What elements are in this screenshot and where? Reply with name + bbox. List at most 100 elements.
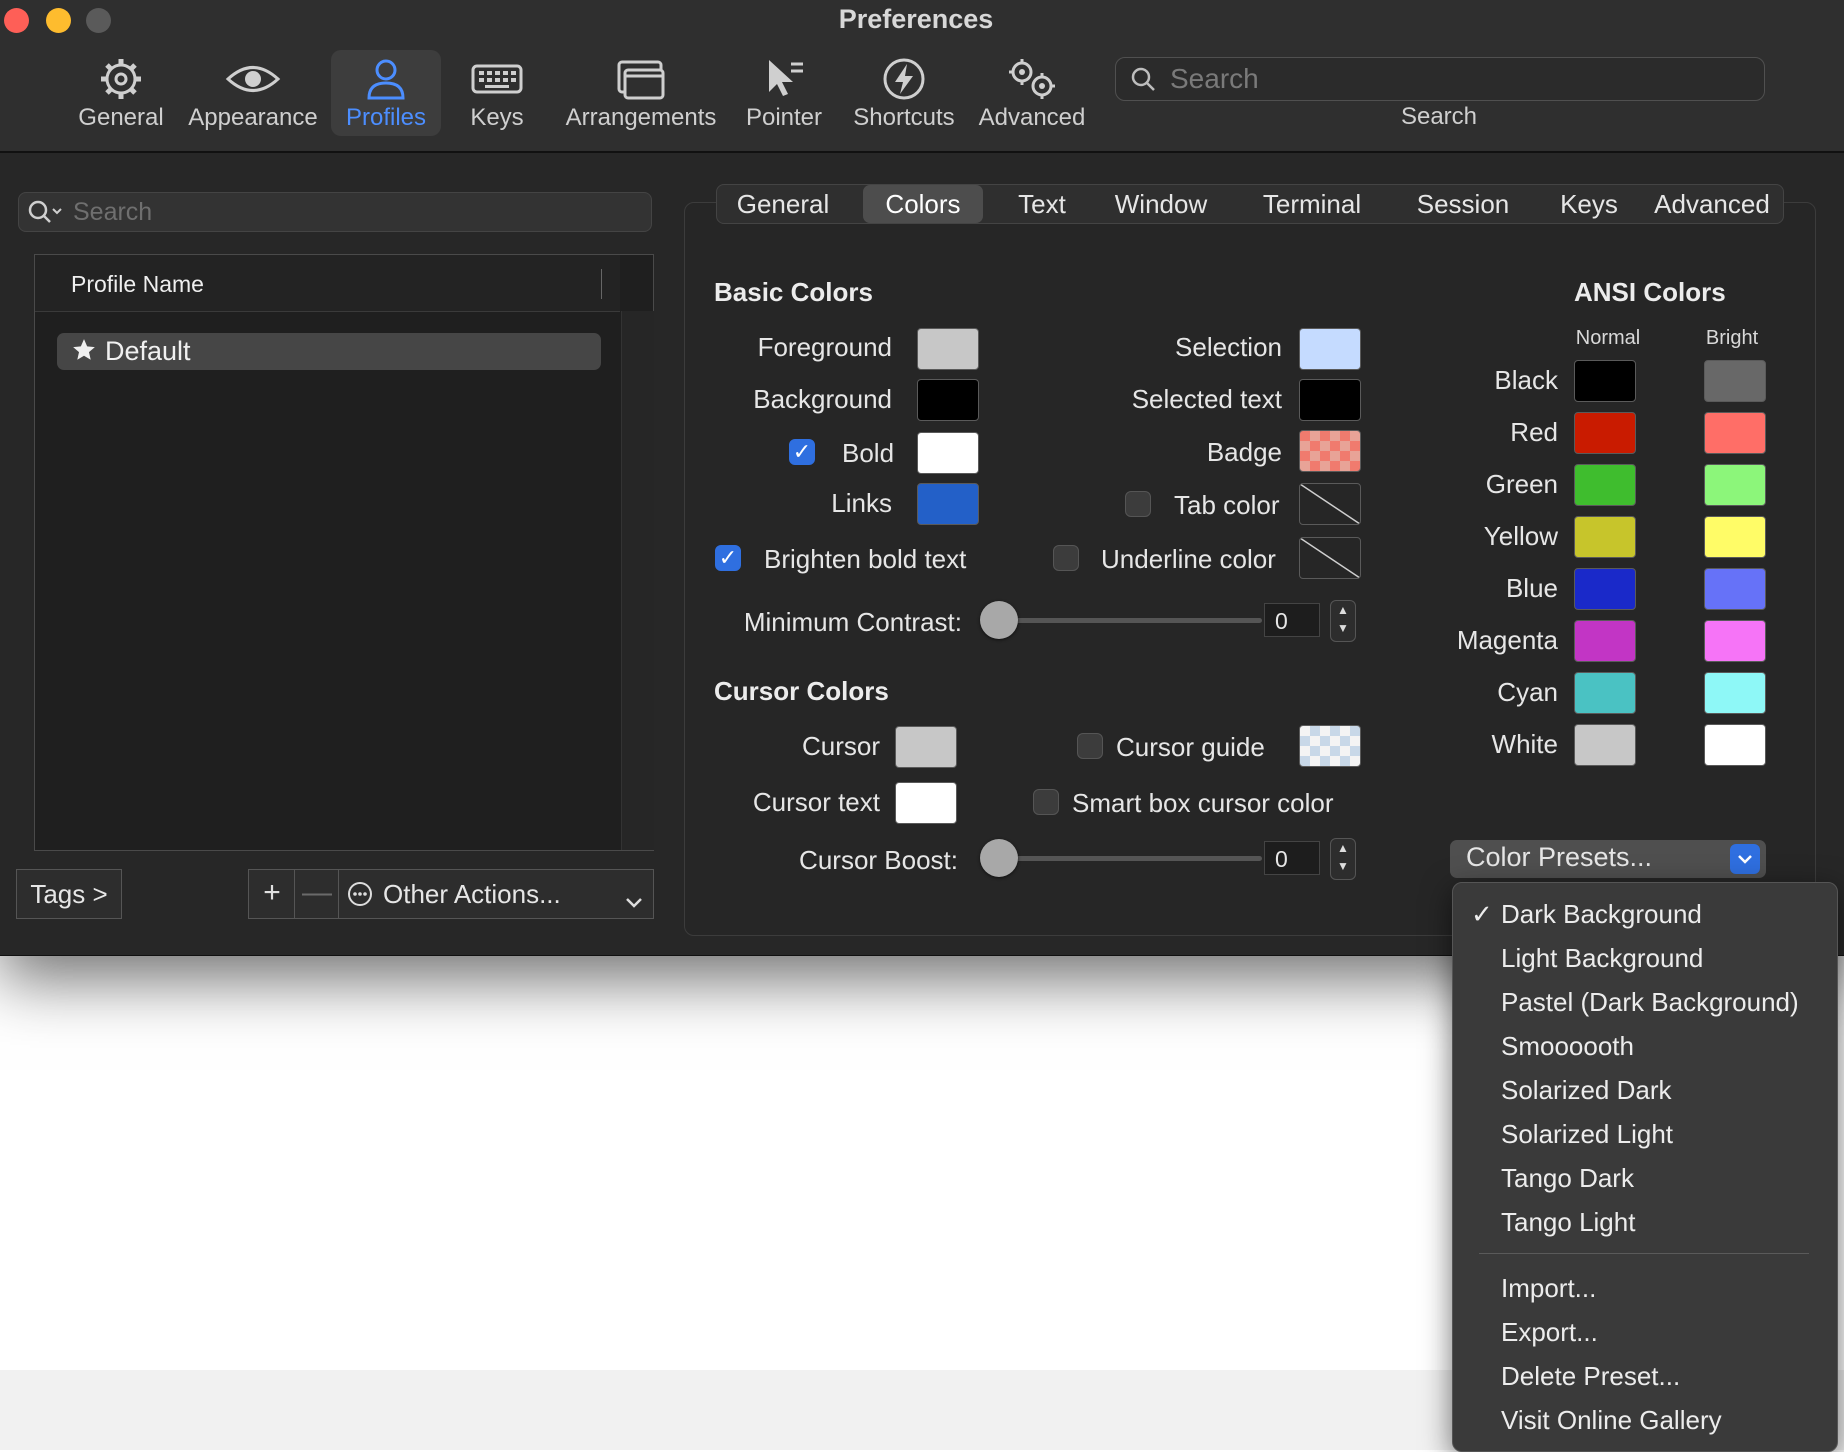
tab-session[interactable]: Session xyxy=(1395,185,1531,223)
search-menu-icon[interactable] xyxy=(27,199,67,230)
cursor-boost-stepper[interactable]: ▲ ▼ xyxy=(1330,838,1356,880)
toolbar-pointer[interactable]: Pointer xyxy=(738,50,830,136)
tab-colors[interactable]: Colors xyxy=(863,185,983,223)
tab-general[interactable]: General xyxy=(727,185,839,223)
ansi-green-normal-well[interactable] xyxy=(1574,464,1636,506)
foreground-label: Foreground xyxy=(757,332,892,362)
cursor-boost-label: Cursor Boost: xyxy=(799,845,958,875)
cursor-boost-track[interactable] xyxy=(982,856,1262,861)
bold-color-well[interactable] xyxy=(917,432,979,474)
profile-list-scrollbar[interactable] xyxy=(621,311,654,850)
preset-item[interactable]: Pastel (Dark Background) xyxy=(1501,987,1799,1018)
preset-action-item[interactable]: Visit Online Gallery xyxy=(1501,1405,1722,1436)
tab-keys[interactable]: Keys xyxy=(1541,185,1637,223)
minimum-contrast-slider[interactable] xyxy=(980,601,1018,639)
tab-color-well[interactable] xyxy=(1299,483,1361,525)
preset-item[interactable]: Solarized Light xyxy=(1501,1119,1673,1150)
other-actions-label: Other Actions... xyxy=(383,879,561,909)
add-profile-button[interactable]: + xyxy=(248,869,296,919)
minimum-contrast-stepper[interactable]: ▲ ▼ xyxy=(1330,600,1356,642)
toolbar-keys-label: Keys xyxy=(470,104,524,131)
ansi-white-normal-well[interactable] xyxy=(1574,724,1636,766)
color-presets-menu: ✓ Dark Background Light Background Pastel (… xyxy=(1452,882,1838,1452)
profile-tabs: General Colors Text Window Terminal Sess… xyxy=(716,184,1784,224)
tab-window[interactable]: Window xyxy=(1095,185,1227,223)
tab-text[interactable]: Text xyxy=(999,185,1085,223)
ansi-red-normal-well[interactable] xyxy=(1574,412,1636,454)
ansi-cyan-normal-well[interactable] xyxy=(1574,672,1636,714)
remove-profile-button[interactable]: — xyxy=(294,869,340,919)
ansi-yellow-normal-well[interactable] xyxy=(1574,516,1636,558)
preset-action-item[interactable]: Delete Preset... xyxy=(1501,1361,1680,1392)
links-color-well[interactable] xyxy=(917,483,979,525)
brighten-bold-checkbox[interactable]: ✓ xyxy=(715,545,741,571)
foreground-color-well[interactable] xyxy=(917,328,979,370)
ansi-white-bright-well[interactable] xyxy=(1704,724,1766,766)
cursor-guide-color-well[interactable] xyxy=(1299,725,1361,767)
tab-terminal[interactable]: Terminal xyxy=(1237,185,1387,223)
preset-item[interactable]: Light Background xyxy=(1501,943,1703,974)
background-color-well[interactable] xyxy=(917,379,979,421)
preset-item-label: Tango Light xyxy=(1501,1207,1636,1237)
preset-item-label: Pastel (Dark Background) xyxy=(1501,987,1799,1017)
bold-checkbox[interactable]: ✓ xyxy=(789,439,815,465)
tab-advanced[interactable]: Advanced xyxy=(1645,185,1779,223)
tags-button[interactable]: Tags > xyxy=(16,869,122,919)
ansi-blue-normal-well[interactable] xyxy=(1574,568,1636,610)
minimum-contrast-track[interactable] xyxy=(982,618,1262,623)
preset-action-item[interactable]: Export... xyxy=(1501,1317,1598,1348)
toolbar-general[interactable]: General xyxy=(70,50,172,136)
ansi-green-bright-well[interactable] xyxy=(1704,464,1766,506)
ansi-cyan-label: Cyan xyxy=(1497,677,1558,707)
toolbar-appearance[interactable]: Appearance xyxy=(184,50,322,136)
toolbar-search[interactable] xyxy=(1115,57,1765,101)
selection-color-well[interactable] xyxy=(1299,328,1361,370)
ansi-white-label: White xyxy=(1491,729,1558,759)
ansi-cyan-bright-well[interactable] xyxy=(1704,672,1766,714)
toolbar-arrangements[interactable]: Arrangements xyxy=(564,50,718,136)
ansi-black-bright-well[interactable] xyxy=(1704,360,1766,402)
minimum-contrast-value[interactable]: 0 xyxy=(1264,603,1320,637)
cursor-colors-heading: Cursor Colors xyxy=(714,676,889,706)
ansi-yellow-bright-well[interactable] xyxy=(1704,516,1766,558)
ansi-blue-bright-well[interactable] xyxy=(1704,568,1766,610)
toolbar-search-input[interactable] xyxy=(1168,62,1752,96)
preset-item[interactable]: Tango Dark xyxy=(1501,1163,1634,1194)
underline-color-well[interactable] xyxy=(1299,537,1361,579)
other-actions-dropdown[interactable]: Other Actions... xyxy=(338,869,654,919)
cursor-color-well[interactable] xyxy=(895,726,957,768)
ansi-yellow-label: Yellow xyxy=(1483,521,1558,551)
ansi-red-bright-well[interactable] xyxy=(1704,412,1766,454)
profile-search-input[interactable] xyxy=(71,196,635,228)
pointer-icon xyxy=(738,56,830,102)
menu-separator xyxy=(1479,1253,1809,1254)
cursor-text-label: Cursor text xyxy=(752,787,880,817)
toolbar-shortcuts[interactable]: Shortcuts xyxy=(850,50,958,136)
ansi-magenta-bright-well[interactable] xyxy=(1704,620,1766,662)
toolbar-profiles[interactable]: Profiles xyxy=(331,50,441,136)
selected-text-color-well[interactable] xyxy=(1299,379,1361,421)
cursor-guide-checkbox[interactable] xyxy=(1077,733,1103,759)
preset-item[interactable]: Smoooooth xyxy=(1501,1031,1634,1062)
preset-item[interactable]: Tango Light xyxy=(1501,1207,1635,1238)
profile-list-header[interactable]: Profile Name xyxy=(35,255,620,312)
tab-color-checkbox[interactable] xyxy=(1125,491,1151,517)
cursor-boost-slider[interactable] xyxy=(980,839,1018,877)
color-presets-dropdown[interactable]: Color Presets... xyxy=(1450,840,1766,878)
cursor-text-color-well[interactable] xyxy=(895,782,957,824)
toolbar-keys[interactable]: Keys xyxy=(450,50,544,136)
badge-color-well[interactable] xyxy=(1299,430,1361,472)
toolbar-advanced[interactable]: Advanced xyxy=(976,50,1088,136)
preset-item[interactable]: Solarized Dark xyxy=(1501,1075,1672,1106)
underline-color-checkbox[interactable] xyxy=(1053,545,1079,571)
preset-item[interactable]: ✓ Dark Background xyxy=(1471,899,1702,930)
profile-search[interactable] xyxy=(18,192,652,232)
cursor-boost-value[interactable]: 0 xyxy=(1264,841,1320,875)
window-title: Preferences xyxy=(838,4,994,34)
profile-row-default[interactable]: Default xyxy=(57,333,601,370)
chevron-down-icon xyxy=(625,886,643,917)
ansi-magenta-normal-well[interactable] xyxy=(1574,620,1636,662)
ansi-black-normal-well[interactable] xyxy=(1574,360,1636,402)
smart-box-cursor-checkbox[interactable] xyxy=(1033,789,1059,815)
preset-action-item[interactable]: Import... xyxy=(1501,1273,1596,1304)
